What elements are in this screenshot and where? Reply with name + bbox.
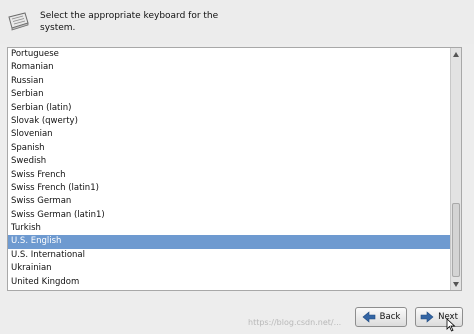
list-item[interactable]: Swedish	[8, 155, 451, 168]
list-item[interactable]: Serbian	[8, 88, 451, 101]
list-item[interactable]: Serbian (latin)	[8, 102, 451, 115]
list-item[interactable]: Slovenian	[8, 128, 451, 141]
list-item[interactable]: Spanish	[8, 142, 451, 155]
list-item[interactable]: Swiss French	[8, 169, 451, 182]
list-item[interactable]: Ukrainian	[8, 262, 451, 275]
back-button-label: Back	[379, 312, 401, 322]
right-arrow-icon	[420, 311, 434, 323]
list-item[interactable]: Portuguese	[8, 48, 451, 61]
list-item[interactable]: Swiss German	[8, 195, 451, 208]
list-item[interactable]: Romanian	[8, 61, 451, 74]
watermark: https://blog.csdn.net/...	[248, 318, 342, 327]
list-item[interactable]: United Kingdom	[8, 276, 451, 289]
keyboard-list-rows: Portuguese Romanian Russian Serbian Serbian …	[8, 48, 451, 289]
list-item[interactable]: Swiss French (latin1)	[8, 182, 451, 195]
list-item[interactable]: Russian	[8, 75, 451, 88]
list-item[interactable]: Slovak (qwerty)	[8, 115, 451, 128]
list-item-selected[interactable]: U.S. English	[8, 235, 451, 249]
header: Select the appropriate keyboard for the …	[0, 0, 474, 44]
list-item[interactable]: Swiss German (latin1)	[8, 209, 451, 222]
list-item[interactable]: Turkish	[8, 222, 451, 235]
back-button[interactable]: Back	[355, 307, 407, 327]
scrollbar[interactable]	[450, 48, 461, 290]
scroll-down-arrow-icon[interactable]	[451, 279, 461, 289]
header-prompt: Select the appropriate keyboard for the …	[40, 11, 219, 33]
keyboard-list[interactable]: Portuguese Romanian Russian Serbian Serbian …	[7, 47, 462, 291]
mouse-pointer-icon	[446, 318, 456, 332]
scrollbar-thumb[interactable]	[452, 203, 460, 277]
scroll-up-arrow-icon[interactable]	[451, 49, 461, 59]
list-item[interactable]: U.S. International	[8, 249, 451, 262]
left-arrow-icon	[362, 311, 375, 323]
keyboard-icon	[8, 12, 29, 31]
